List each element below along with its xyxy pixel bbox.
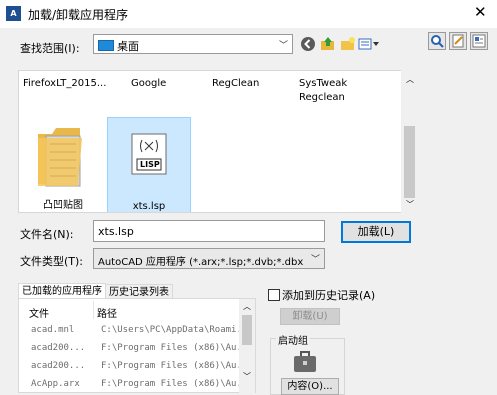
file-item-label[interactable]: FirefoxLT_2015... [23, 77, 113, 91]
table-cell[interactable]: F:\Program Files (x86)\Au... [101, 361, 253, 371]
up-folder-icon[interactable] [320, 36, 336, 52]
lookin-label: 查找范围(I): [20, 42, 80, 55]
tab-loaded-apps[interactable]: 已加载的应用程序 [18, 283, 106, 299]
filename-label: 文件名(N): [20, 228, 74, 241]
history-checkbox-label[interactable]: 添加到历史记录(A) [282, 287, 375, 303]
file-list-scrollbar[interactable]: ︿ ﹀ [401, 70, 418, 213]
file-item-label[interactable]: SysTweak Regclean [299, 77, 359, 105]
load-button[interactable]: 加载(L) [341, 221, 411, 243]
close-button[interactable]: ✕ [474, 3, 487, 21]
column-header-file[interactable]: 文件 [29, 305, 49, 320]
scroll-down-icon[interactable]: ﹀ [243, 371, 251, 382]
tools-icon[interactable] [449, 32, 467, 50]
table-cell[interactable]: acad200... [31, 343, 85, 353]
selected-file-item[interactable]: LISP xts.lsp [107, 117, 191, 212]
lisp-badge: LISP [140, 160, 160, 169]
scroll-down-icon[interactable]: ﹀ [406, 199, 414, 210]
filetype-label: 文件类型(T): [20, 255, 84, 268]
scroll-up-icon[interactable]: ︿ [243, 301, 251, 312]
table-cell[interactable]: C:\Users\PC\AppData\Roami... [101, 325, 253, 335]
file-item-label[interactable]: RegClean [212, 77, 282, 91]
table-cell[interactable]: AcApp.arx [31, 379, 80, 389]
window-title: 加载/卸载应用程序 [28, 8, 129, 22]
folder-item[interactable]: 凸凹贴图 [23, 119, 103, 212]
unload-button[interactable]: 卸载(U) [280, 308, 340, 325]
filetype-value: AutoCAD 应用程序 (*.arx;*.lsp;*.dvb;*.dbx;*.… [98, 257, 303, 268]
history-checkbox[interactable] [268, 289, 280, 301]
views-menu-icon[interactable] [358, 36, 380, 52]
table-scrollbar[interactable]: ︿ ﹀ [239, 299, 255, 393]
table-cell[interactable]: acad.mnl [31, 325, 74, 335]
file-item-label[interactable]: Google [131, 77, 201, 91]
loaded-apps-table[interactable]: 文件 路径 acad.mnl C:\Users\PC\AppData\Roami… [18, 298, 256, 393]
find-icon[interactable] [428, 32, 446, 50]
filename-input[interactable]: xts.lsp [93, 220, 325, 242]
filename-value: xts.lsp [98, 225, 134, 238]
back-icon[interactable] [300, 36, 316, 52]
scroll-thumb[interactable] [404, 126, 415, 198]
table-cell[interactable]: F:\Program Files (x86)\Au... [101, 379, 253, 389]
briefcase-icon [294, 351, 316, 372]
file-item-label: 凸凹贴图 [43, 200, 83, 211]
desktop-icon [98, 40, 114, 51]
table-cell[interactable]: F:\Program Files (x86)\Au... [101, 343, 253, 353]
lisp-file-icon [131, 133, 167, 175]
chevron-down-icon: ﹀ [278, 41, 288, 51]
scroll-up-icon[interactable]: ︿ [406, 74, 414, 85]
folder-icon [38, 128, 82, 187]
filetype-dropdown[interactable]: AutoCAD 应用程序 (*.arx;*.lsp;*.dvb;*.dbx;*.… [93, 248, 325, 269]
lookin-value: 桌面 [117, 40, 139, 53]
properties-icon[interactable] [470, 32, 488, 50]
startup-group-label: 启动组 [276, 332, 310, 347]
table-cell[interactable]: acad200... [31, 361, 85, 371]
lookin-dropdown[interactable]: 桌面 ﹀ [93, 34, 293, 54]
file-item-label: xts.lsp [132, 201, 166, 212]
file-list[interactable]: FirefoxLT_2015... Google RegClean SysTwe… [18, 70, 418, 213]
app-icon: A [6, 6, 21, 21]
chevron-down-icon: ﹀ [310, 255, 320, 265]
new-folder-icon[interactable] [340, 36, 356, 52]
column-header-path[interactable]: 路径 [97, 305, 117, 320]
contents-button[interactable]: 内容(O)... [281, 378, 339, 395]
column-divider [93, 301, 94, 319]
scroll-thumb[interactable] [242, 315, 252, 345]
